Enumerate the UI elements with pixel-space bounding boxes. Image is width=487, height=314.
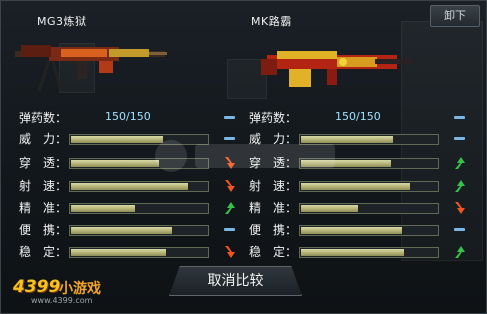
left-stat-label: 精 准： — [19, 201, 68, 215]
machine-gun-icon — [15, 45, 167, 92]
right-stat-bar-fill — [301, 183, 410, 190]
right-stat-bar — [299, 247, 439, 258]
right-stat-bar — [299, 181, 439, 192]
down-arrow-icon — [225, 180, 235, 192]
right-stat-label: 精 准： — [249, 201, 298, 215]
no-change-dash-icon — [224, 116, 235, 119]
right-stat-bar — [299, 203, 439, 214]
left-stat-label: 便 携： — [19, 223, 68, 237]
up-arrow-icon — [225, 202, 235, 214]
left-stat-row: 稳 定： — [19, 243, 249, 263]
left-stat-bar — [69, 225, 209, 236]
right-stat-bar-fill — [301, 249, 404, 256]
up-arrow-icon — [455, 157, 465, 169]
left-stat-row: 精 准： — [19, 199, 249, 219]
right-stat-label: 射 速： — [249, 179, 298, 193]
left-gun-image — [15, 45, 167, 92]
left-stat-row: 弹药数： 150/150 — [19, 109, 249, 129]
no-change-dash-icon — [454, 137, 465, 140]
logo-suffix: 小游戏 — [59, 281, 101, 297]
unequip-button[interactable]: 卸下 — [430, 5, 480, 27]
cancel-compare-button[interactable]: 取消比较 — [169, 266, 302, 296]
left-stat-bar-fill — [71, 160, 159, 167]
watermark-logo — [155, 140, 335, 172]
right-gun-image — [261, 51, 413, 87]
left-stat-bar — [69, 181, 209, 192]
left-stat-bar-fill — [71, 136, 163, 143]
right-stat-label: 弹药数： — [249, 111, 298, 125]
down-arrow-icon — [225, 246, 235, 258]
left-stat-label: 威 力： — [19, 132, 68, 146]
right-stat-row: 精 准： — [249, 199, 479, 219]
left-stat-bar — [69, 247, 209, 258]
right-stat-row: 射 速： — [249, 177, 479, 197]
up-arrow-icon — [455, 180, 465, 192]
logo-site: www.4399.com — [31, 296, 93, 305]
right-stat-label: 便 携： — [249, 223, 298, 237]
right-stat-bar — [299, 225, 439, 236]
left-stat-label: 弹药数： — [19, 111, 68, 125]
right-stat-row: 弹药数： 150/150 — [249, 109, 479, 129]
left-stat-label: 射 速： — [19, 179, 68, 193]
left-stat-row: 便 携： — [19, 221, 249, 241]
left-stat-label: 稳 定： — [19, 245, 68, 259]
left-stat-bar-fill — [71, 227, 172, 234]
right-stat-bar-fill — [301, 227, 402, 234]
left-stat-bar-fill — [71, 183, 188, 190]
left-stat-bar — [69, 203, 209, 214]
no-change-dash-icon — [454, 116, 465, 119]
left-stat-label: 穿 透： — [19, 156, 68, 170]
right-stat-bar-fill — [301, 205, 358, 212]
machine-gun-icon — [261, 51, 413, 87]
no-change-dash-icon — [454, 228, 465, 231]
no-change-dash-icon — [224, 228, 235, 231]
weapon-compare-panel: 卸下 MG3炼狱 MK路霸 弹药数： 150/150 威 力： 穿 透： 射 速… — [0, 0, 487, 314]
left-stat-bar-fill — [71, 205, 135, 212]
left-stat-row: 射 速： — [19, 177, 249, 197]
right-stat-row: 便 携： — [249, 221, 479, 241]
logo-number: 4399 — [13, 277, 61, 297]
left-ammo-value: 150/150 — [105, 110, 151, 123]
right-ammo-value: 150/150 — [335, 110, 381, 123]
right-stat-label: 稳 定： — [249, 245, 298, 259]
left-stat-bar-fill — [71, 249, 166, 256]
site-logo: 4399 小游戏 www.4399.com — [7, 277, 117, 305]
up-arrow-icon — [455, 246, 465, 258]
right-stat-row: 稳 定： — [249, 243, 479, 263]
down-arrow-icon — [455, 202, 465, 214]
